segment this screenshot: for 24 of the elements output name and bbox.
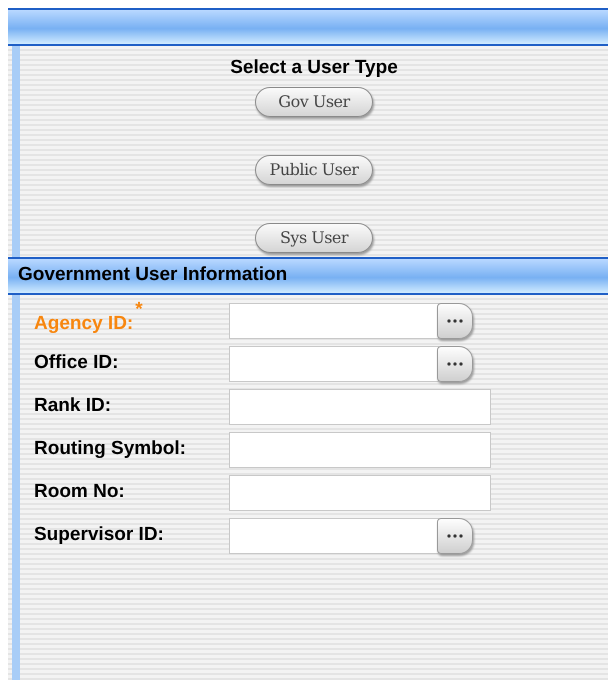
field-label: Office ID: <box>34 351 118 376</box>
lookup-button[interactable] <box>437 518 473 554</box>
input-field[interactable] <box>229 474 491 510</box>
input-field[interactable] <box>229 346 439 382</box>
section-title: Select a User Type <box>230 56 398 80</box>
input-field[interactable] <box>229 518 439 554</box>
field-label: Rank ID: <box>34 394 112 418</box>
field-label: Routing Symbol: <box>34 437 186 462</box>
required-mark: * <box>135 300 143 320</box>
lookup-button[interactable] <box>437 302 473 338</box>
user-type-button[interactable]: Gov User <box>254 86 373 116</box>
input-field[interactable] <box>229 388 491 424</box>
user-type-button[interactable]: Public User <box>255 154 373 184</box>
ellipsis-icon <box>447 318 463 322</box>
ellipsis-icon <box>447 534 463 538</box>
field-label: Room No: <box>34 480 125 504</box>
input-field[interactable] <box>229 432 491 468</box>
field-label: Agency ID: <box>34 312 134 336</box>
field-label: Supervisor ID: <box>34 523 164 548</box>
input-field[interactable] <box>229 302 439 338</box>
lookup-button[interactable] <box>437 346 473 382</box>
ellipsis-icon <box>447 362 463 366</box>
user-type-button[interactable]: Sys User <box>255 222 373 252</box>
section-title: Government User Information <box>18 263 288 288</box>
